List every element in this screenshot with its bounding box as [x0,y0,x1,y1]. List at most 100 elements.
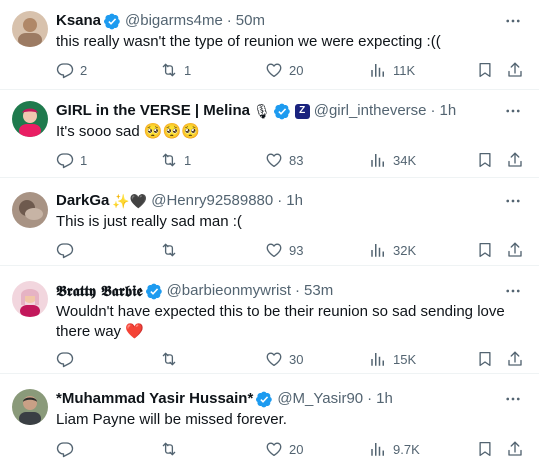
view-count: 9.7K [393,441,420,457]
more-icon[interactable] [503,389,523,409]
reply-icon [56,61,74,79]
like-count: 20 [289,441,304,457]
user-handle[interactable]: @bigarms4me [125,11,223,31]
reply-button[interactable] [56,240,80,260]
reply-button[interactable] [56,439,80,459]
avatar[interactable] [12,101,48,137]
user-handle[interactable]: @barbieonmywrist [167,281,291,301]
bookmark-button[interactable] [476,349,494,369]
bookmark-icon [476,440,494,458]
reply-icon [56,151,74,169]
retweet-button[interactable]: 1 [160,60,191,80]
tweet[interactable]: *Muhammad Yasir Hussain* @M_Yasir90 · 1h… [0,374,539,469]
views-button[interactable]: 9.7K [369,439,420,459]
sparkles-heart-emoji: ✨🖤 [112,193,148,209]
like-icon [265,350,283,368]
share-button[interactable] [506,60,524,80]
display-name[interactable]: GIRL in the VERSE | Melina [56,101,250,121]
like-count: 20 [289,62,304,78]
share-icon [506,241,524,259]
share-button[interactable] [506,439,524,459]
separator-dot: · [226,12,232,29]
verified-badge-icon [274,103,291,120]
avatar[interactable] [12,281,48,317]
bookmark-button[interactable] [476,240,494,260]
tweet-text: Wouldn't have expected this to be their … [56,303,505,340]
verified-badge-icon [104,13,121,30]
bookmark-button[interactable] [476,150,494,170]
reply-button[interactable]: 2 [56,60,87,80]
retweet-icon [160,241,178,259]
reply-count: 2 [80,62,88,78]
user-handle[interactable]: @girl_intheverse [314,101,427,121]
retweet-button[interactable] [160,349,184,369]
views-icon [369,440,387,458]
share-button[interactable] [506,349,524,369]
reply-button[interactable] [56,349,80,369]
views-button[interactable]: 34K [369,150,416,170]
views-icon [369,350,387,368]
bookmark-icon [476,350,494,368]
avatar[interactable] [12,11,48,47]
bookmark-button[interactable] [476,439,494,459]
share-icon [506,61,524,79]
tweet[interactable]: DarkGa ✨🖤 @Henry92589880 · 1h This is ju… [0,178,539,266]
retweet-button[interactable] [160,439,184,459]
share-icon [506,440,524,458]
bookmark-button[interactable] [476,60,494,80]
retweet-count: 1 [184,152,192,168]
timestamp[interactable]: 53m [304,281,333,301]
views-button[interactable]: 11K [369,60,415,80]
like-button[interactable]: 20 [265,60,303,80]
like-count: 30 [289,351,304,367]
retweet-button[interactable]: 1 [160,150,191,170]
avatar[interactable] [12,192,48,228]
view-count: 32K [393,242,417,258]
views-icon [369,61,387,79]
more-icon[interactable] [503,191,523,211]
tweet[interactable]: GIRL in the VERSE | Melina 🎙 Z @girl_int… [0,90,539,178]
retweet-icon [160,440,178,458]
share-button[interactable] [506,150,524,170]
display-name[interactable]: 𝕭𝖗𝖆𝖙𝖙𝖞 𝕭𝖆𝖗𝖇𝖎𝖊 [56,281,143,301]
bookmark-icon [476,151,494,169]
share-button[interactable] [506,240,524,260]
user-handle[interactable]: @M_Yasir90 [277,389,363,409]
retweet-button[interactable] [160,240,184,260]
timestamp[interactable]: 1h [440,101,457,121]
separator-dot: · [295,282,301,299]
display-name[interactable]: DarkGa [56,191,109,211]
reply-button[interactable]: 1 [56,150,87,170]
reply-icon [56,241,74,259]
tweet[interactable]: Ksana @bigarms4me · 50m this really wasn… [0,0,539,90]
user-handle[interactable]: @Henry92589880 [151,191,273,211]
tweet-text: this really wasn't the type of reunion w… [56,33,441,50]
like-button[interactable]: 30 [265,349,303,369]
display-name[interactable]: *Muhammad Yasir Hussain* [56,389,253,409]
like-icon [265,151,283,169]
view-count: 11K [393,62,416,78]
more-icon[interactable] [503,281,523,301]
separator-dot: · [430,102,436,119]
tweet[interactable]: 𝕭𝖗𝖆𝖙𝖙𝖞 𝕭𝖆𝖗𝖇𝖎𝖊 @barbieonmywrist · 53m Wou… [0,266,539,374]
like-count: 83 [289,152,304,168]
microphone-emoji: 🎙 [252,103,271,119]
tweet-text: This is just really sad man :( [56,213,242,230]
more-icon[interactable] [503,101,523,121]
like-count: 93 [289,242,304,258]
bookmark-icon [476,241,494,259]
more-icon[interactable] [503,11,523,31]
timestamp[interactable]: 1h [376,389,393,409]
like-button[interactable]: 83 [265,150,303,170]
like-button[interactable]: 20 [265,439,303,459]
display-name[interactable]: Ksana [56,11,101,31]
views-button[interactable]: 15K [369,349,416,369]
timestamp[interactable]: 1h [286,191,303,211]
avatar[interactable] [12,389,48,425]
share-icon [506,151,524,169]
views-button[interactable]: 32K [369,240,416,260]
bookmark-icon [476,61,494,79]
view-count: 34K [393,152,417,168]
like-button[interactable]: 93 [265,240,303,260]
timestamp[interactable]: 50m [236,11,265,31]
